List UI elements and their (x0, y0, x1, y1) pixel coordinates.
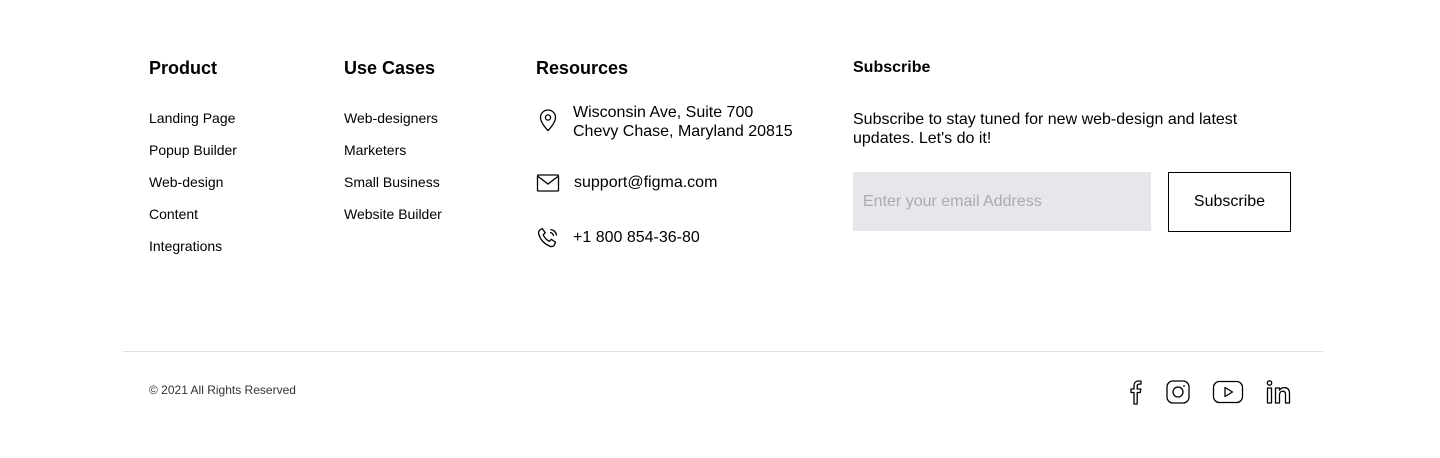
phone-link[interactable]: +1 800 854-36-80 (573, 228, 700, 247)
link-marketers[interactable]: Marketers (344, 141, 406, 159)
link-web-designers[interactable]: Web-designers (344, 109, 438, 127)
copyright-text: © 2021 All Rights Reserved (149, 383, 296, 397)
subscribe-heading: Subscribe (853, 59, 931, 76)
resources-heading: Resources (536, 58, 629, 78)
link-integrations[interactable]: Integrations (149, 237, 222, 255)
address-line-1: Wisconsin Ave, Suite 700 (573, 104, 754, 121)
use-cases-heading: Use Cases (344, 58, 436, 78)
footer-divider (123, 351, 1323, 352)
link-landing-page[interactable]: Landing Page (149, 109, 235, 127)
subscribe-button[interactable]: Subscribe (1168, 172, 1291, 232)
facebook-icon[interactable] (1126, 378, 1148, 406)
support-email-link[interactable]: support@figma.com (574, 173, 717, 192)
linkedin-icon[interactable] (1265, 378, 1293, 406)
product-heading: Product (149, 58, 218, 78)
link-web-design[interactable]: Web-design (149, 173, 223, 191)
email-input[interactable] (853, 172, 1151, 231)
location-pin-icon (539, 109, 557, 132)
link-website-builder[interactable]: Website Builder (344, 205, 442, 223)
link-content[interactable]: Content (149, 205, 198, 223)
subscribe-description: Subscribe to stay tuned for new web-desi… (853, 111, 1238, 147)
mail-icon (536, 174, 560, 192)
link-small-business[interactable]: Small Business (344, 173, 440, 191)
youtube-icon[interactable] (1212, 378, 1244, 406)
link-popup-builder[interactable]: Popup Builder (149, 141, 237, 159)
address-line-2: Chevy Chase, Maryland 20815 (573, 123, 793, 140)
instagram-icon[interactable] (1165, 378, 1191, 406)
site-footer: Product Landing Page Popup Builder Web-d… (0, 0, 1440, 458)
phone-icon (537, 227, 558, 248)
